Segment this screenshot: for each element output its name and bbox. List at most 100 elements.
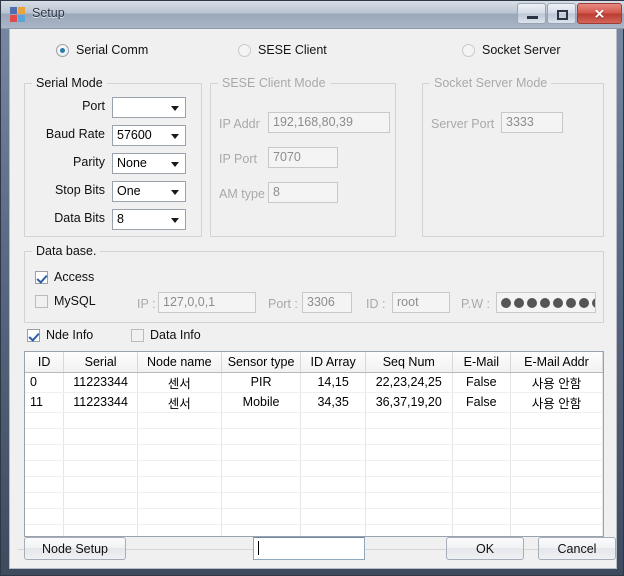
checkbox-data-info[interactable]: Data Info [131, 328, 201, 342]
chevron-down-icon [171, 190, 179, 195]
close-button[interactable]: ✕ [577, 3, 622, 24]
ok-button[interactable]: OK [446, 537, 524, 560]
checkbox-node-info[interactable]: Nde Info [27, 328, 93, 342]
cell-empty [25, 524, 65, 536]
node-data-grid[interactable]: ID Serial Node name Sensor type ID Array… [24, 351, 604, 537]
table-row-empty[interactable] [25, 524, 603, 536]
cell-empty [365, 444, 453, 461]
table-row-empty[interactable] [25, 460, 603, 477]
table-row[interactable]: 11 11223344 센서 Mobile 34,35 36,37,19,20 False 사… [25, 392, 603, 413]
field-label: Stop Bits [54, 183, 105, 197]
table-row-empty[interactable] [25, 508, 603, 525]
cell-empty [365, 412, 453, 429]
table-row[interactable]: 0 11223344 센서 PIR 14,15 22,23,24,25 False 사용 안함 [25, 372, 603, 393]
cell-empty [300, 492, 366, 509]
text-caret [258, 540, 259, 555]
column-header-email-addr[interactable]: E-Mail Addr [510, 352, 603, 373]
table-header-row: ID Serial Node name Sensor type ID Array… [25, 352, 603, 373]
cell-empty [63, 524, 138, 536]
column-header-sensor-type[interactable]: Sensor type [221, 352, 302, 373]
column-header-email[interactable]: E-Mail [452, 352, 511, 373]
node-setup-button[interactable]: Node Setup [24, 537, 126, 560]
db-password-input[interactable] [496, 292, 596, 313]
cell-empty [221, 428, 302, 445]
db-port-label: Port : [268, 297, 298, 311]
radio-socket-server[interactable]: Socket Server [462, 43, 561, 57]
minimize-button[interactable] [517, 3, 546, 24]
ip-port-input[interactable]: 7070 [268, 147, 338, 168]
db-ip-input[interactable]: 127,0,0,1 [158, 292, 256, 313]
am-type-input[interactable]: 8 [268, 182, 338, 203]
database-group: Data base. Access MySQL IP : 127,0,0,1 P… [24, 244, 604, 323]
cell-empty [137, 524, 222, 536]
combobox-value: One [117, 184, 141, 198]
table-row-empty[interactable] [25, 476, 603, 493]
server-port-input[interactable]: 3333 [501, 112, 563, 133]
chevron-down-icon [171, 218, 179, 223]
table-row-empty[interactable] [25, 492, 603, 509]
maximize-button[interactable] [547, 3, 576, 24]
cancel-button[interactable]: Cancel [538, 537, 616, 560]
column-header-node-name[interactable]: Node name [137, 352, 222, 373]
table-row-empty[interactable] [25, 428, 603, 445]
footer-text-input[interactable] [253, 537, 365, 560]
cell-empty [452, 492, 511, 509]
port-combobox[interactable] [112, 97, 186, 118]
background-window-title [176, 6, 506, 24]
column-header-serial[interactable]: Serial [63, 352, 138, 373]
ip-addr-input[interactable]: 192,168,80,39 [268, 112, 390, 133]
cell-empty [365, 492, 453, 509]
cell-seq-num: 36,37,19,20 [365, 392, 453, 413]
cell-empty [63, 476, 138, 493]
data-bits-combobox[interactable]: 8 [112, 209, 186, 230]
database-caption: Data base. [32, 244, 101, 258]
column-header-id-array[interactable]: ID Array [300, 352, 366, 373]
cell-empty [300, 412, 366, 429]
chevron-down-icon [171, 106, 179, 111]
radio-serial-comm[interactable]: Serial Comm [56, 43, 148, 57]
table-row-empty[interactable] [25, 412, 603, 429]
cell-sensor-type: PIR [221, 372, 302, 393]
serial-mode-caption: Serial Mode [32, 76, 107, 90]
cell-empty [25, 476, 65, 493]
parity-combobox[interactable]: None [112, 153, 186, 174]
cell-sensor-type: Mobile [221, 392, 302, 413]
combobox-value: None [117, 156, 147, 170]
checkbox-mysql[interactable]: MySQL [35, 294, 96, 308]
password-dots [501, 297, 595, 309]
cell-empty [221, 492, 302, 509]
maximize-icon [557, 10, 568, 20]
table-row-empty[interactable] [25, 444, 603, 461]
serial-mode-group: Serial Mode Port Baud Rate 57600 Parity [24, 76, 202, 237]
combobox-value: 8 [117, 212, 124, 226]
cell-seq-num: 22,23,24,25 [365, 372, 453, 393]
stop-bits-combobox[interactable]: One [112, 181, 186, 202]
cell-empty [221, 524, 302, 536]
cell-empty [25, 428, 65, 445]
radio-label: Serial Comm [76, 43, 149, 57]
cell-empty [63, 412, 138, 429]
field-baud-rate: Baud Rate 57600 [46, 125, 186, 146]
radio-dot-icon [462, 43, 475, 57]
db-id-input[interactable]: root [392, 292, 450, 313]
baud-rate-combobox[interactable]: 57600 [112, 125, 186, 146]
password-dot-icon [540, 298, 550, 309]
cell-empty [510, 428, 603, 445]
title-bar[interactable]: Setup ✕ [1, 1, 624, 29]
password-dot-icon [527, 298, 537, 309]
window-controls: ✕ [516, 3, 622, 25]
ip-port-label: IP Port [219, 152, 257, 166]
cell-empty [452, 508, 511, 525]
cell-empty [510, 444, 603, 461]
radio-sese-client[interactable]: SESE Client [238, 43, 327, 57]
checkbox-label: Data Info [150, 328, 201, 342]
close-icon: ✕ [594, 6, 605, 21]
db-port-input[interactable]: 3306 [302, 292, 352, 313]
column-header-seq-num[interactable]: Seq Num [365, 352, 453, 373]
cell-empty [365, 508, 453, 525]
chevron-down-icon [171, 134, 179, 139]
chevron-down-icon [171, 162, 179, 167]
checkbox-access[interactable]: Access [35, 270, 94, 284]
column-header-id[interactable]: ID [25, 352, 65, 373]
minimize-icon [527, 16, 538, 19]
